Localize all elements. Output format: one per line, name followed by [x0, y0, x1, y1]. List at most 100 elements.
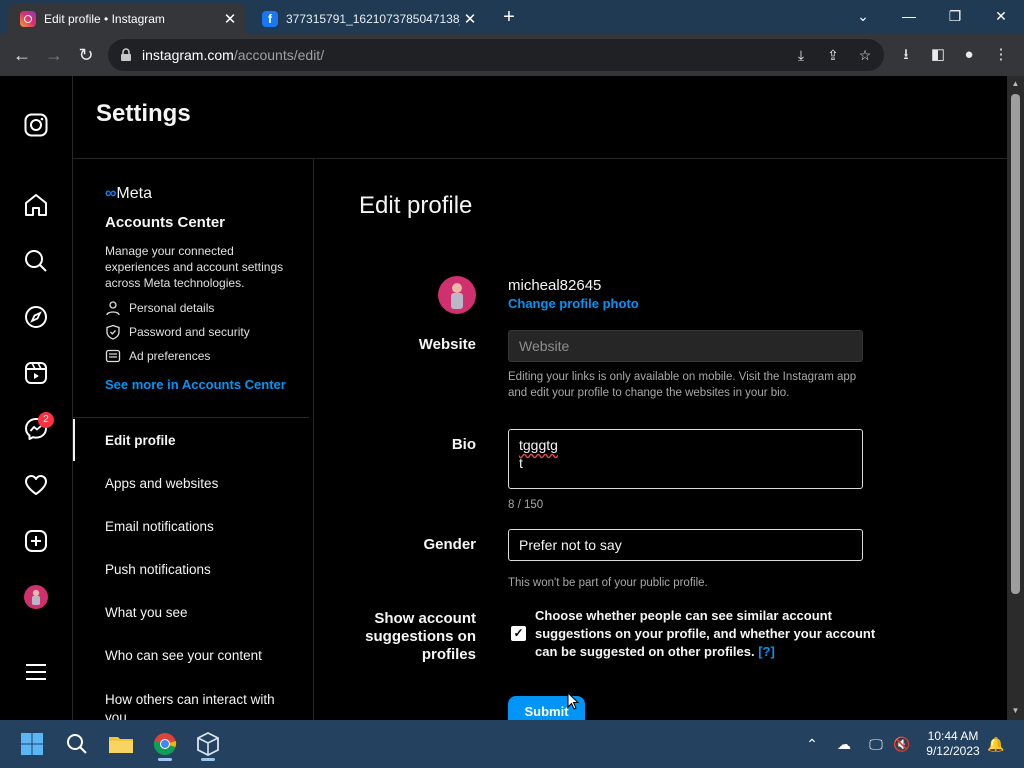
profile-icon[interactable]: ●	[958, 44, 980, 66]
instagram-logo-icon[interactable]	[22, 111, 50, 139]
bio-textarea[interactable]: tgggtg t	[508, 429, 863, 489]
edit-profile-title: Edit profile	[359, 192, 473, 219]
lock-icon	[121, 48, 131, 61]
meta-logo-text: Meta	[116, 185, 152, 202]
password-security-label: Password and security	[129, 325, 250, 339]
gender-select[interactable]: Prefer not to say	[508, 529, 863, 561]
back-button[interactable]: ←	[10, 43, 34, 67]
explore-icon[interactable]	[22, 303, 50, 331]
close-window-button[interactable]: ✕	[986, 4, 1016, 28]
home-icon[interactable]	[22, 191, 50, 219]
restore-button[interactable]: ❐	[940, 4, 970, 28]
tab-instagram[interactable]: Edit profile • Instagram ✕	[8, 4, 246, 34]
ad-preferences-item[interactable]: Ad preferences	[105, 347, 210, 365]
browser-tabstrip: Edit profile • Instagram ✕ f 377315791_1…	[0, 0, 1024, 34]
suggestions-description: Choose whether people can see similar ac…	[535, 607, 890, 661]
clock-time: 10:44 AM	[927, 729, 979, 743]
notification-bell-icon[interactable]: 🔔	[986, 734, 1006, 754]
suggestions-text: Choose whether people can see similar ac…	[535, 608, 876, 659]
tab-title: 377315791_1621073785047138_	[286, 12, 460, 26]
menu-email-notifications[interactable]: Email notifications	[105, 519, 214, 534]
mouse-cursor-icon	[567, 692, 579, 710]
tab-search-chevron-icon[interactable]: ⌄	[848, 4, 878, 28]
minimize-button[interactable]: —	[894, 4, 924, 28]
accounts-center-title: Accounts Center	[105, 214, 226, 231]
new-tab-button[interactable]: +	[498, 6, 520, 28]
url-path: /accounts/edit/	[233, 47, 325, 63]
divider	[73, 417, 309, 418]
profile-avatar[interactable]	[24, 585, 48, 609]
instagram-left-nav: 2	[0, 76, 73, 720]
bio-character-count: 8 / 150	[508, 499, 544, 511]
gender-helper-text: This won't be part of your public profil…	[508, 577, 708, 589]
screen: Edit profile • Instagram ✕ f 377315791_1…	[0, 0, 1024, 768]
ad-preferences-label: Ad preferences	[129, 349, 211, 363]
messages-badge: 2	[38, 412, 54, 428]
scroll-down-arrow-icon[interactable]: ▼	[1007, 706, 1024, 715]
address-bar[interactable]: instagram.com/accounts/edit/ ⤓ ⇪ ☆	[108, 39, 884, 71]
create-icon[interactable]	[22, 527, 50, 555]
password-security-item[interactable]: Password and security	[105, 323, 250, 341]
forward-button[interactable]: →	[42, 43, 66, 67]
downloads-icon[interactable]: ⭳	[895, 44, 917, 66]
page-scrollbar[interactable]: ▲ ▼	[1007, 76, 1024, 720]
menu-edit-profile[interactable]: Edit profile	[105, 433, 176, 448]
close-tab-icon[interactable]: ✕	[460, 10, 480, 28]
website-label: Website	[418, 336, 476, 353]
bookmark-star-icon[interactable]: ☆	[856, 46, 874, 64]
bio-line: tgggtg	[519, 437, 558, 453]
person-icon	[106, 301, 120, 316]
instagram-page: 2 Settings ∞Meta Accounts Center Manage …	[0, 76, 1007, 720]
active-indicator	[73, 419, 75, 461]
virtualbox-icon[interactable]	[192, 728, 224, 761]
menu-push-notifications[interactable]: Push notifications	[105, 562, 211, 577]
close-tab-icon[interactable]: ✕	[220, 10, 240, 28]
scrollbar-thumb[interactable]	[1011, 94, 1020, 594]
tab-facebook[interactable]: f 377315791_1621073785047138_ ✕	[250, 4, 486, 34]
volume-muted-icon[interactable]: 🔇	[892, 734, 912, 754]
suggestions-checkbox[interactable]: ✓	[511, 626, 526, 641]
personal-details-item[interactable]: Personal details	[105, 299, 214, 317]
network-icon[interactable]: 🖵	[866, 734, 886, 754]
shield-icon	[106, 324, 120, 340]
chrome-menu-icon[interactable]: ⋮	[990, 44, 1012, 66]
menu-who-can-see[interactable]: Who can see your content	[105, 648, 262, 663]
see-more-accounts-center-link[interactable]: See more in Accounts Center	[105, 377, 286, 392]
show-hidden-icons-chevron-icon[interactable]: ⌃	[802, 734, 822, 754]
side-panel-icon[interactable]: ◧	[927, 44, 949, 66]
meta-logo: ∞Meta	[105, 185, 152, 203]
start-windows-icon[interactable]	[16, 728, 48, 760]
menu-what-you-see[interactable]: What you see	[105, 605, 188, 620]
install-app-icon[interactable]: ⤓	[792, 46, 810, 64]
url-domain: instagram.com	[142, 47, 234, 63]
ad-icon	[105, 349, 121, 363]
search-icon[interactable]	[22, 247, 50, 275]
suggestions-label: Show account suggestions on profiles	[365, 610, 476, 663]
file-explorer-icon[interactable]	[105, 728, 137, 760]
taskbar-search-icon[interactable]	[61, 728, 93, 760]
username: micheal82645	[508, 277, 602, 294]
menu-icon[interactable]	[22, 658, 50, 686]
profile-photo[interactable]	[438, 276, 476, 314]
bio-label: Bio	[451, 436, 476, 453]
bio-line: t	[519, 455, 523, 471]
heart-icon[interactable]	[22, 471, 50, 499]
reload-button[interactable]: ↻	[74, 43, 98, 67]
gender-label: Gender	[423, 536, 476, 553]
settings-menu-column: ∞Meta Accounts Center Manage your connec…	[73, 159, 314, 720]
suggestions-help-link[interactable]: [?]	[758, 644, 775, 659]
clock-date: 9/12/2023	[926, 744, 980, 758]
website-input[interactable]: Website	[508, 330, 863, 362]
reels-icon[interactable]	[22, 359, 50, 387]
chrome-taskbar-icon[interactable]	[149, 728, 181, 761]
menu-apps-websites[interactable]: Apps and websites	[105, 476, 218, 491]
facebook-favicon-icon: f	[262, 11, 278, 27]
personal-details-label: Personal details	[129, 301, 215, 315]
change-profile-photo-link[interactable]: Change profile photo	[508, 296, 639, 311]
taskbar-clock[interactable]: 10:44 AM 9/12/2023	[922, 729, 984, 759]
share-icon[interactable]: ⇪	[824, 46, 842, 64]
onedrive-icon[interactable]: ☁	[834, 734, 854, 754]
menu-how-others-interact[interactable]: How others can interact with you	[105, 691, 295, 720]
meta-infinity-icon: ∞	[105, 185, 117, 202]
scroll-up-arrow-icon[interactable]: ▲	[1007, 79, 1024, 88]
